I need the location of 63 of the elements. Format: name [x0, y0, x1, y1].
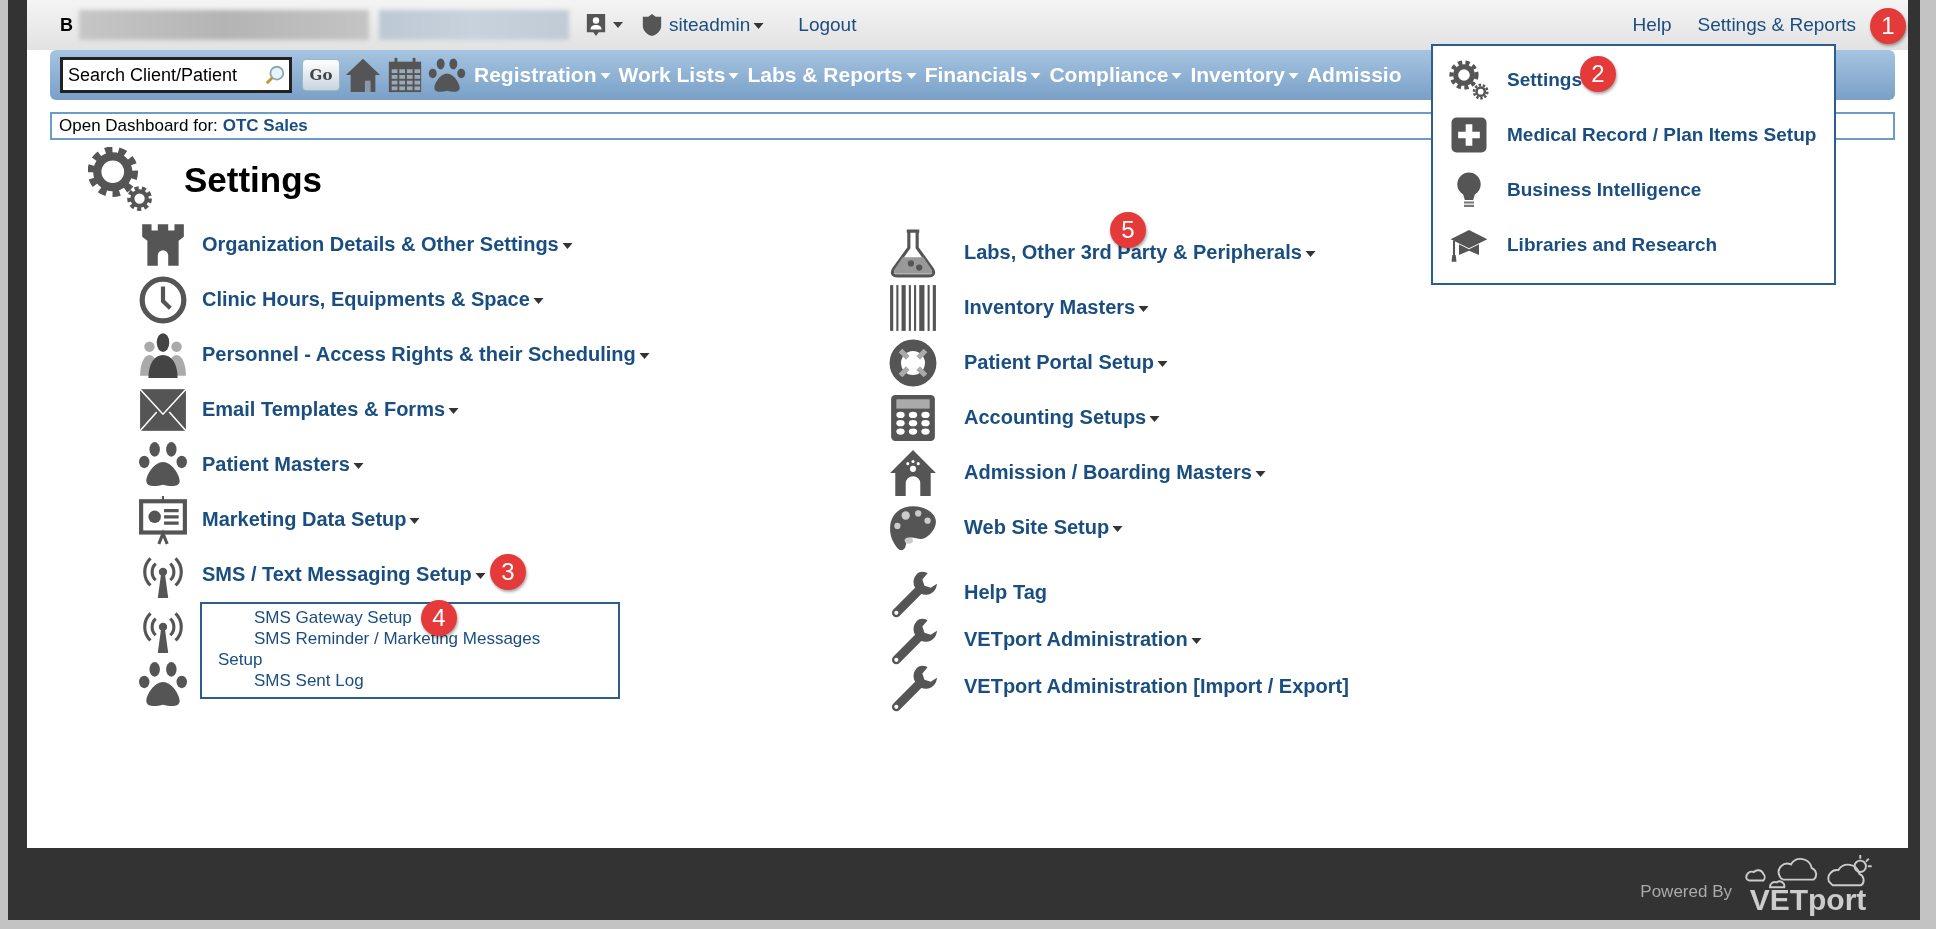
settings-menu-link[interactable]: Patient Portal Setup: [964, 351, 1169, 374]
dropdown-item[interactable]: Business Intelligence: [1507, 178, 1702, 201]
settings-menu-link[interactable]: Organization Details & Other Settings: [202, 233, 573, 256]
shield-icon: [641, 12, 663, 38]
settings-menu-link[interactable]: Marketing Data Setup: [202, 508, 421, 531]
settings-menu-link[interactable]: Inventory Masters: [964, 296, 1150, 319]
submenu-item[interactable]: SMS Sent Log: [218, 670, 364, 691]
caret-icon[interactable]: [753, 23, 765, 29]
settings-menu-link[interactable]: Accounting Setups: [964, 406, 1161, 429]
search-icon: [264, 64, 286, 86]
vetport-logo: VETport: [1749, 885, 1867, 915]
caret-icon[interactable]: [409, 517, 421, 524]
caret-icon[interactable]: [1149, 415, 1161, 422]
caret-icon[interactable]: [1157, 360, 1169, 367]
dropdown-item[interactable]: Settings: [1507, 68, 1582, 91]
calendar-icon[interactable]: [386, 55, 424, 95]
contact-card-icon[interactable]: [585, 12, 607, 38]
dropdown-item[interactable]: Medical Record / Plan Items Setup: [1507, 123, 1817, 146]
search-field[interactable]: Search Client/Patient: [60, 57, 292, 93]
caret-icon[interactable]: [561, 242, 573, 249]
calculator-icon: [888, 392, 938, 443]
help-link[interactable]: Help: [1632, 14, 1672, 36]
paw-icon[interactable]: [428, 55, 466, 95]
dropdown-item[interactable]: Libraries and Research: [1507, 233, 1718, 256]
settings-menu-link[interactable]: Clinic Hours, Equipments & Space: [202, 288, 544, 311]
caret-icon[interactable]: [613, 22, 623, 28]
settings-reports-link[interactable]: Settings & Reports: [1697, 14, 1856, 36]
caret-icon[interactable]: [1112, 525, 1124, 532]
caret-icon[interactable]: [474, 572, 486, 579]
go-button[interactable]: Go: [302, 59, 340, 91]
settings-menu-link[interactable]: Admission / Boarding Masters: [964, 461, 1266, 484]
callout-badge: 3: [490, 554, 526, 590]
logout-link[interactable]: Logout: [798, 14, 857, 36]
caret-icon[interactable]: [448, 407, 460, 414]
submenu-item[interactable]: SMS Gateway Setup: [218, 607, 412, 628]
dashboard-label: Open Dashboard for:: [59, 116, 218, 136]
settings-menu-link[interactable]: VETport Administration [Import / Export]: [964, 675, 1349, 698]
settings-menu-link[interactable]: Web Site Setup: [964, 516, 1124, 539]
user-initial: B: [60, 14, 73, 36]
lifebuoy-icon: [888, 337, 938, 388]
powered-by-text: Powered By: [1640, 882, 1732, 902]
dashboard-link[interactable]: OTC Sales: [222, 116, 308, 136]
caret-icon[interactable]: [1190, 637, 1202, 644]
flask-icon: [888, 227, 938, 278]
settings-icon: [1449, 59, 1489, 100]
caret-icon[interactable]: [638, 352, 650, 359]
settings-menu-link[interactable]: Personnel - Access Rights & their Scheduling: [202, 343, 650, 366]
settings-menu-link[interactable]: Help Tag: [964, 581, 1047, 604]
settings-menu-link[interactable]: Patient Masters: [202, 453, 364, 476]
caret-icon[interactable]: [1304, 250, 1316, 257]
settings-icon: [88, 147, 154, 213]
caret-icon[interactable]: [532, 297, 544, 304]
settings-menu-link[interactable]: Email Templates & Forms: [202, 398, 460, 421]
page-title: Settings: [184, 160, 323, 200]
barcode-icon: [888, 282, 938, 333]
caret-icon[interactable]: [352, 462, 364, 469]
settings-menu-link[interactable]: VETport Administration: [964, 628, 1202, 651]
caret-icon[interactable]: [1254, 470, 1266, 477]
user-menu-link[interactable]: siteadmin: [669, 14, 765, 36]
settings-menu-link[interactable]: SMS / Text Messaging Setup: [202, 563, 486, 586]
presentation-icon: [138, 494, 188, 545]
caret-icon[interactable]: [1138, 305, 1150, 312]
clock-icon: [138, 274, 188, 325]
